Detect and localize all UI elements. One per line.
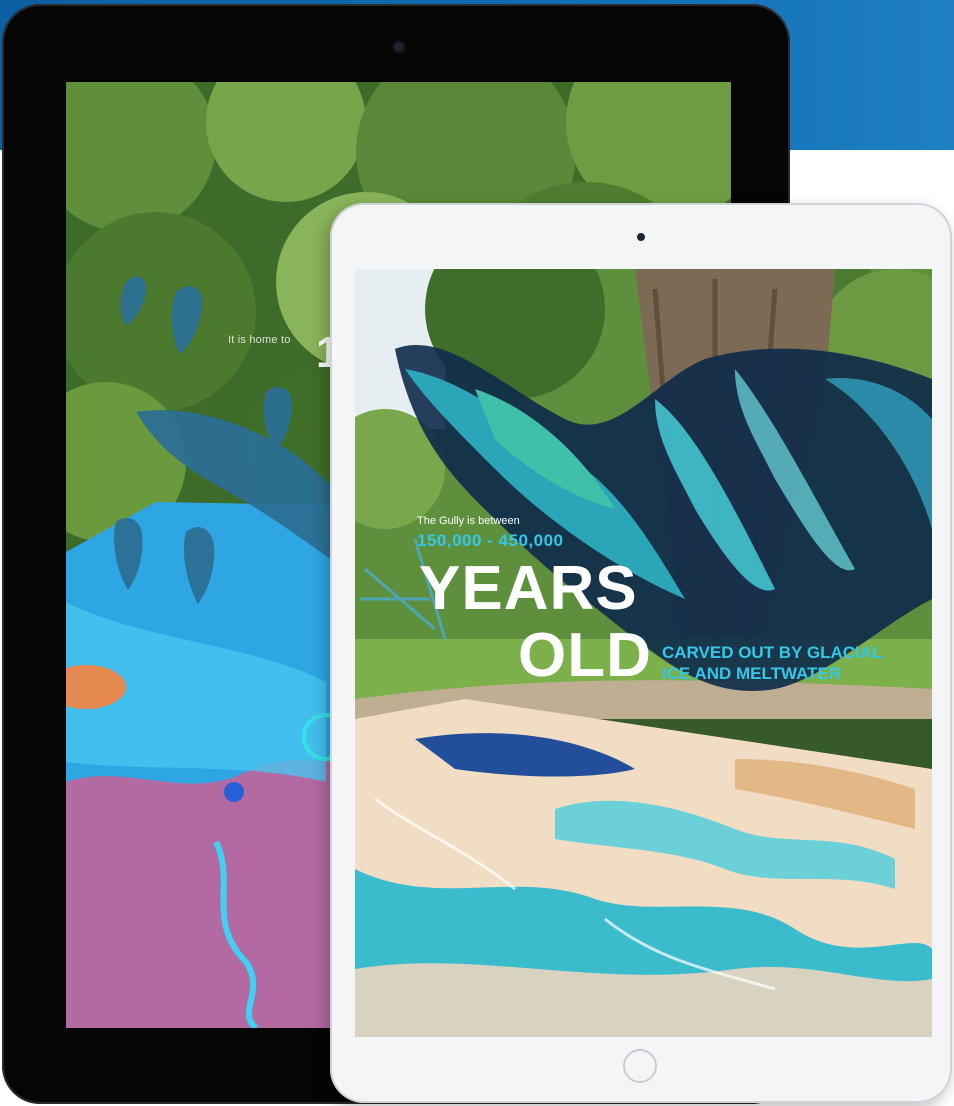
front-camera-icon (637, 233, 645, 241)
headline-old: OLD (518, 621, 652, 690)
carved-subtitle-line1: CARVED OUT BY GLACIAL (662, 643, 883, 662)
gully-intro-text: The Gully is between (417, 515, 520, 527)
age-range-text: 150,000 - 450,000 (417, 531, 564, 550)
front-tablet-screen[interactable]: The Gully is between 150,000 - 450,000 Y… (355, 269, 932, 1037)
headline-years: YEARS (419, 554, 638, 623)
front-camera-icon (394, 42, 404, 52)
back-caption: It is home to (228, 334, 291, 346)
carved-subtitle: CARVED OUT BY GLACIAL ICE AND MELTWATER (662, 642, 922, 684)
home-button-icon[interactable] (623, 1049, 657, 1083)
carved-subtitle-line2: ICE AND MELTWATER (662, 664, 842, 683)
front-tablet: The Gully is between 150,000 - 450,000 Y… (330, 203, 952, 1103)
